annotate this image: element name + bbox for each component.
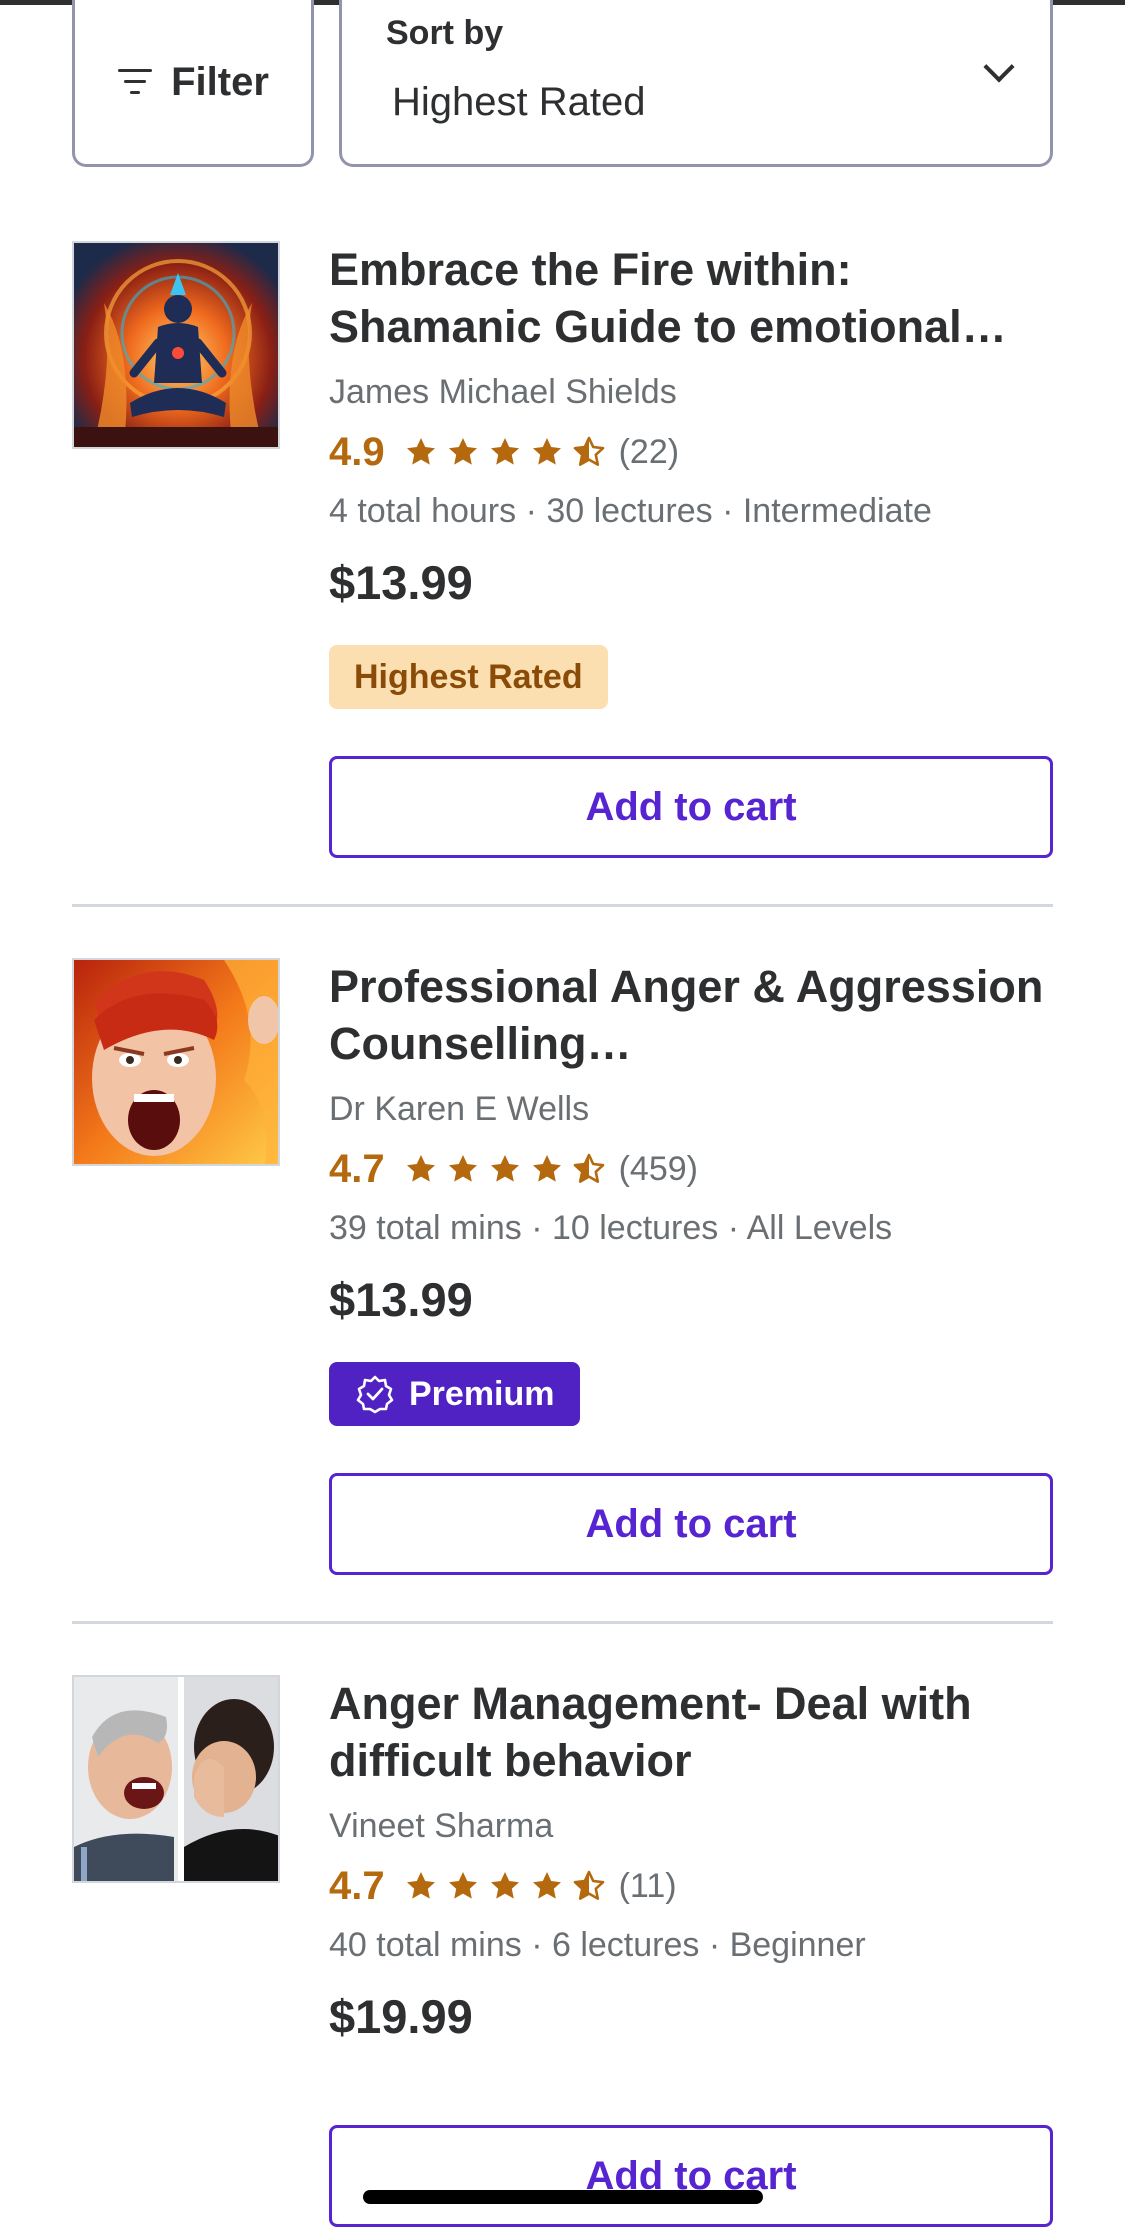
course-title[interactable]: Embrace the Fire within: Shamanic Guide … [329,241,1053,355]
star-full-icon [447,436,479,468]
star-full-icon [447,1870,479,1902]
star-full-icon [405,436,437,468]
course-thumbnail[interactable] [72,958,280,1166]
sort-value: Highest Rated [392,80,646,124]
course-instructor: James Michael Shields [329,373,677,411]
rating-row: 4.7 (11) [329,1863,1053,1909]
sort-select[interactable]: Sort by Highest Rated [339,0,1053,167]
rating-row: 4.9 (22) [329,429,1053,475]
add-to-cart-button[interactable]: Add to cart [329,1473,1053,1575]
course-thumbnail[interactable] [72,241,280,449]
rating-value: 4.7 [329,1146,385,1191]
filter-label: Filter [171,59,269,104]
course-instructor: Vineet Sharma [329,1807,554,1845]
course-thumbnail[interactable] [72,1675,280,1883]
course-title[interactable]: Professional Anger & Aggression Counsell… [329,958,1053,1072]
course-price: $13.99 [329,1273,473,1326]
home-indicator [363,2190,763,2204]
star-rating [405,1153,605,1185]
star-full-icon [405,1870,437,1902]
star-full-icon [531,436,563,468]
premium-badge-label: Premium [409,1375,555,1413]
premium-badge: Premium [329,1362,580,1426]
star-full-icon [405,1153,437,1185]
course-meta: 40 total mins · 6 lectures · Beginner [329,1926,866,1964]
review-count: (11) [618,1866,677,1905]
sort-label: Sort by [386,14,504,52]
filter-button[interactable]: Filter [72,0,314,167]
course-title[interactable]: Anger Management- Deal with difficult be… [329,1675,1053,1789]
course-meta: 4 total hours · 30 lectures · Intermedia… [329,492,932,530]
filter-icon [117,69,153,95]
add-to-cart-button[interactable]: Add to cart [329,756,1053,858]
star-half-icon [573,1870,605,1902]
review-count: (459) [618,1149,698,1188]
verified-badge-icon [356,1375,394,1414]
divider [72,1621,1053,1624]
star-half-icon [573,1153,605,1185]
star-full-icon [447,1153,479,1185]
star-full-icon [531,1870,563,1902]
course-instructor: Dr Karen E Wells [329,1090,590,1128]
star-full-icon [489,436,521,468]
rating-value: 4.7 [329,1863,385,1908]
highest-rated-badge: Highest Rated [329,645,608,709]
star-half-icon [573,436,605,468]
star-full-icon [489,1870,521,1902]
chevron-down-icon [983,51,1015,83]
star-full-icon [531,1153,563,1185]
star-full-icon [489,1153,521,1185]
add-to-cart-button[interactable]: Add to cart [329,2125,1053,2227]
course-meta: 39 total mins · 10 lectures · All Levels [329,1209,893,1247]
star-rating [405,1870,605,1902]
rating-value: 4.9 [329,429,385,474]
review-count: (22) [618,432,680,471]
divider [72,904,1053,907]
course-price: $19.99 [329,1990,473,2043]
star-rating [405,436,605,468]
rating-row: 4.7 (459) [329,1146,1053,1192]
course-price: $13.99 [329,556,473,609]
